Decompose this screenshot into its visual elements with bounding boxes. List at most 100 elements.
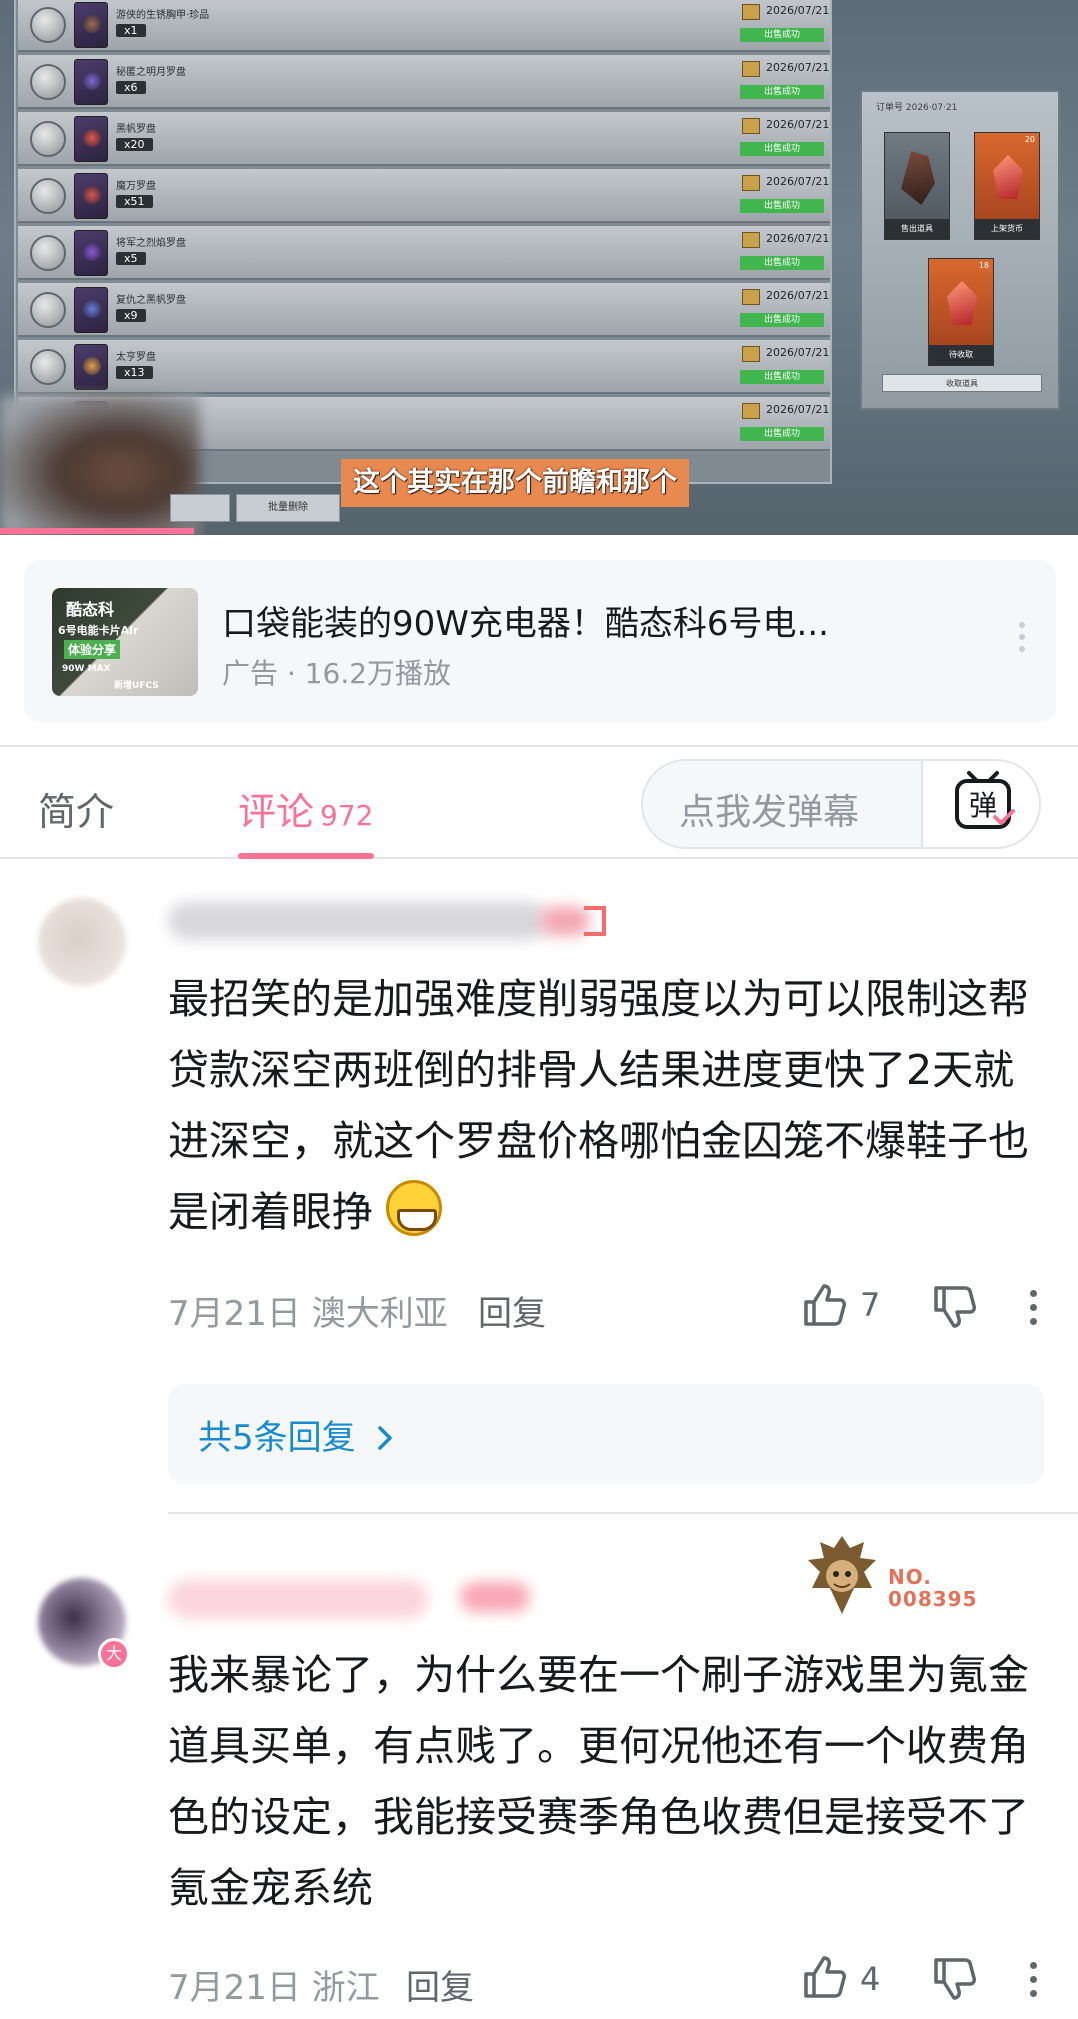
like-count: 4 [860,1960,881,1998]
view-replies-button[interactable]: 共5条回复 [168,1384,1044,1484]
inventory-card: 20 上架货币 [974,132,1040,240]
sale-date: 2026/07/21 [766,232,830,245]
comment-count: 972 [320,799,374,832]
ad-card[interactable]: 酷态科 6号电能卡片Air 体验分享 90W MAX 新增UFCS 口袋能装的9… [24,560,1056,722]
video-player[interactable]: 游侠的生锈胸甲·珍品 x1 2026/07/21 出售成功 秘匿之明月罗盘 x6 2026/… [0,0,1078,535]
active-tab-indicator [238,853,374,859]
sale-date: 2026/07/21 [766,346,830,359]
video-progress-bar[interactable] [0,528,195,534]
inventory-card-caption: 售出道具 [885,219,949,239]
comment-meta: 7月21日 浙江 [168,1960,380,2009]
danmu-input[interactable]: 点我发弹幕 弹 [641,759,1041,849]
item-quantity: x13 [116,366,153,379]
box-icon [742,175,760,191]
coin-icon [30,7,66,43]
crystal-icon [947,281,977,325]
level-badge [584,906,606,936]
comment-meta: 7月21日 澳大利亚 [168,1286,448,1335]
replies-summary: 共5条回复 [198,1410,398,1459]
sale-date: 2026/07/21 [766,61,830,74]
more-vertical-icon[interactable] [1030,1290,1040,1332]
username-blurred[interactable] [168,1580,428,1618]
game-button [170,494,230,522]
ad-thumb-spec: 90W MAX [62,664,111,674]
inventory-card-count: 20 [1024,135,1035,144]
danmu-placeholder: 点我发弹幕 [679,792,860,833]
game-sale-row: 秘匿之明月罗盘 x6 2026/07/21 出售成功 [18,55,830,109]
danmu-icon: 弹 [955,771,1015,829]
game-inventory-panel: 订单号 2026·07·21 售出道具 20 上架货币 18 待收取 收取道具 [860,90,1060,410]
tab-intro[interactable]: 简介 [38,781,114,836]
monkey-king-decoration-icon [808,1536,876,1614]
box-icon [742,346,760,362]
game-sale-row: 魔万罗盘 x51 2026/07/21 出售成功 [18,169,830,223]
sale-date: 2026/07/21 [766,118,830,131]
vip-badge: 大 [98,1638,130,1670]
game-sale-row: 黑帆罗盘 x20 2026/07/21 出售成功 [18,112,830,166]
item-quantity: x6 [116,81,146,94]
sale-status: 出售成功 [740,199,824,213]
video-subtitle: 这个其实在那个前瞻和那个 [341,459,689,507]
item-name: 黑帆罗盘 [116,124,156,135]
tab-comments-label: 评论 [238,790,315,834]
item-name: 太亨罗盘 [116,352,156,363]
ad-meta: 广告 · 16.2万播放 [222,657,452,690]
box-icon [742,4,760,20]
like-icon[interactable] [800,1282,846,1328]
inventory-header: 订单号 2026·07·21 [876,103,958,113]
comment-location: 浙江 [311,1968,380,2008]
inventory-card-caption: 上架货币 [975,219,1039,239]
more-vertical-icon[interactable] [1030,1962,1040,2004]
game-sale-row: 太亨罗盘 x13 2026/07/21 出售成功 [18,340,830,394]
item-quantity: x1 [116,24,146,37]
reply-button[interactable]: 回复 [478,1286,546,1335]
danmu-toggle-button[interactable]: 弹 [921,761,1039,847]
sale-status: 出售成功 [740,313,824,327]
svg-text:弹: 弹 [969,789,997,822]
ad-thumb-tag: 体验分享 [64,640,121,659]
dislike-icon[interactable] [930,1284,976,1330]
crystal-icon [993,155,1023,199]
dislike-icon[interactable] [930,1956,976,2002]
item-quantity: x20 [116,138,153,151]
chevron-right-icon [378,1426,393,1450]
sale-status: 出售成功 [740,28,824,42]
like-icon[interactable] [800,1954,846,2000]
item-thumbnail [74,230,108,276]
ad-thumbnail[interactable]: 酷态科 6号电能卡片Air 体验分享 90W MAX 新增UFCS [52,588,198,696]
like-count: 7 [860,1286,881,1324]
comment-divider [168,1512,1078,1514]
coin-icon [30,121,66,157]
ad-thumb-brand: 酷态科 [66,600,115,619]
item-name: 秘匿之明月罗盘 [116,67,186,78]
grin-emoji-icon [386,1180,443,1236]
tab-bar: 简介 评论 972 点我发弹幕 弹 [0,745,1078,859]
item-thumbnail [74,116,108,162]
game-sale-row: 复仇之黑帆罗盘 x9 2026/07/21 出售成功 [18,283,830,337]
comment-date: 7月21日 [168,1968,301,2008]
decoration-number: NO. 008395 [888,1565,978,1611]
level-badge-blurred [460,1582,530,1612]
ad-title[interactable]: 口袋能装的90W充电器！酷态科6号电... [222,596,982,645]
avatar[interactable] [38,898,126,986]
batch-delete-button: 批量删除 [236,494,340,522]
item-thumbnail [74,59,108,105]
game-sale-row: 将军之烈焰罗盘 x5 2026/07/21 出售成功 [18,226,830,280]
sale-date: 2026/07/21 [766,4,830,17]
item-quantity: x51 [116,195,153,208]
more-vertical-icon[interactable] [1018,622,1026,658]
collect-items-button: 收取道具 [882,374,1042,392]
username-blurred[interactable] [168,902,548,940]
ad-thumb-feature: 新增UFCS [114,681,159,691]
sale-status: 出售成功 [740,427,824,441]
item-thumbnail [74,2,108,48]
coin-icon [30,178,66,214]
item-name: 魔万罗盘 [116,181,156,192]
box-icon [742,232,760,248]
comment-location: 澳大利亚 [311,1294,448,1334]
tab-comments[interactable]: 评论 972 [238,781,373,836]
box-icon [742,403,760,419]
item-quantity: x5 [116,252,146,265]
reply-button[interactable]: 回复 [406,1960,474,2009]
coin-icon [30,64,66,100]
